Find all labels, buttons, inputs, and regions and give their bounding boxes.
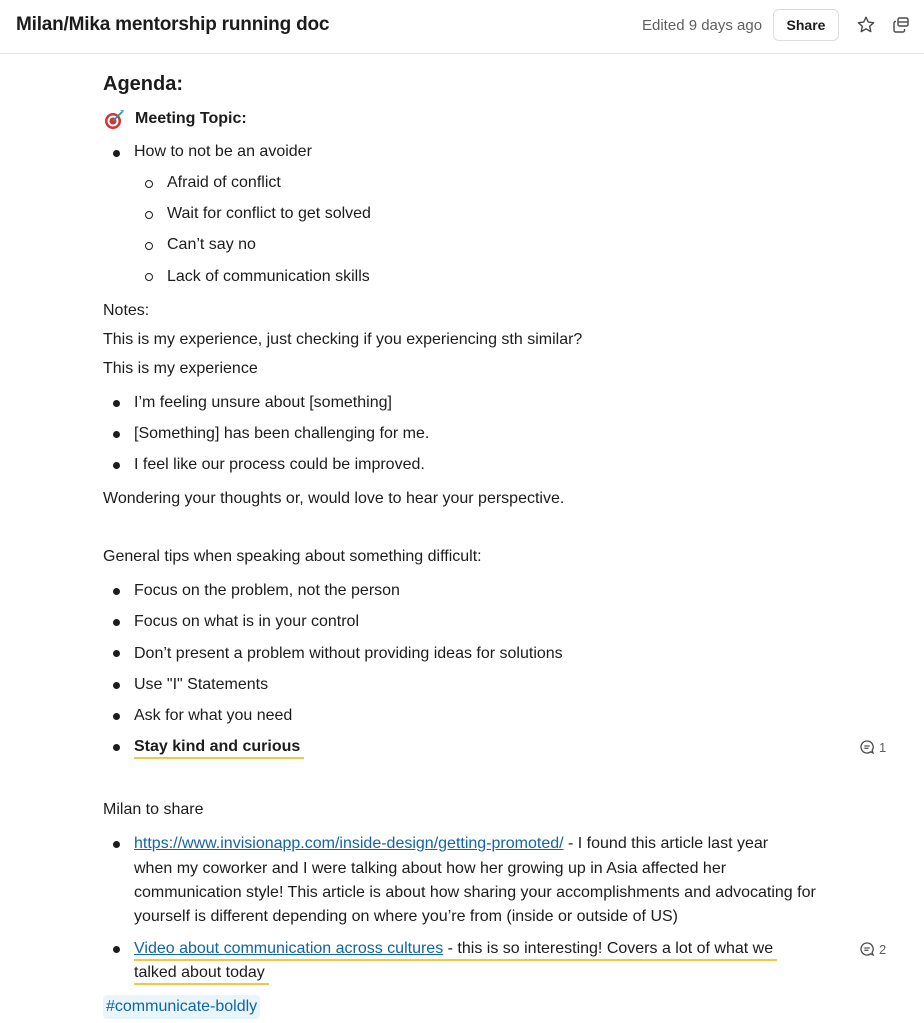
comment-count: 1 [879, 739, 887, 755]
list-item: [Something] has been challenging for me. [134, 425, 430, 442]
tips-label: General tips when speaking about somethi… [103, 548, 482, 565]
bullet-icon [113, 400, 120, 407]
item-text: communication style! This article is abo… [134, 884, 816, 901]
hollow-bullet-icon [145, 180, 153, 188]
comment-thread-button[interactable]: 1 [859, 739, 886, 755]
meeting-topic-label: Meeting Topic: [135, 110, 247, 127]
list-item: I feel like our process could be improve… [134, 456, 425, 473]
list-item: Focus on the problem, not the person [134, 582, 400, 599]
comment-count: 2 [879, 941, 887, 957]
share-section-label: Milan to share [103, 801, 204, 818]
commented-list-item[interactable]: Stay kind and curious [134, 738, 305, 759]
bullet-icon [113, 682, 120, 689]
bullet-icon [113, 650, 120, 657]
notes-line: This is my experience [103, 360, 258, 377]
list-item: Don’t present a problem without providin… [134, 645, 563, 662]
bullet-icon [113, 462, 120, 469]
hollow-bullet-icon [145, 211, 153, 219]
item-text: when my coworker and I were talking abou… [134, 860, 727, 877]
list-item: Use "I" Statements [134, 676, 269, 693]
bullet-icon [113, 588, 120, 595]
meeting-topic-row: Meeting Topic: [103, 108, 247, 130]
list-item: Focus on what is in your control [134, 613, 359, 630]
commented-text[interactable]: talked about today [134, 964, 269, 985]
star-icon[interactable] [855, 14, 877, 36]
notes-line: This is my experience, just checking if … [103, 331, 583, 348]
open-in-window-icon[interactable] [890, 14, 912, 36]
list-item: How to not be an avoider [134, 143, 312, 160]
list-item: Wait for conflict to get solved [167, 205, 371, 222]
bullet-icon [113, 946, 120, 953]
list-item: https://www.invisionapp.com/inside-desig… [134, 835, 768, 853]
article-link[interactable]: https://www.invisionapp.com/inside-desig… [134, 835, 564, 852]
item-text: - I found this article last year [563, 835, 769, 852]
bullet-icon [113, 150, 120, 157]
notes-label: Notes: [103, 302, 150, 319]
bullet-icon [113, 619, 120, 626]
doc-title: Milan/Mika mentorship running doc [16, 14, 330, 35]
list-item: Ask for what you need [134, 707, 293, 724]
doc-header: Milan/Mika mentorship running doc Edited… [0, 0, 924, 54]
edited-timestamp[interactable]: Edited 9 days ago [642, 17, 762, 34]
bullet-icon [113, 744, 120, 751]
list-item: I’m feeling unsure about [something] [134, 394, 392, 411]
comment-icon [860, 942, 875, 957]
list-item: Lack of communication skills [167, 268, 370, 285]
item-text: - this is so interesting! Covers a lot o… [443, 940, 774, 957]
bullet-icon [113, 431, 120, 438]
list-item: Can’t say no [167, 236, 256, 253]
comment-icon [860, 740, 875, 755]
direct-hit-target-icon [105, 110, 124, 129]
agenda-heading: Agenda: [103, 73, 183, 95]
notes-closing: Wondering your thoughts or, would love t… [103, 490, 565, 507]
comment-thread-button[interactable]: 2 [859, 941, 886, 957]
bullet-icon [113, 841, 120, 848]
hollow-bullet-icon [145, 242, 153, 250]
list-item: Afraid of conflict [167, 174, 281, 191]
bullet-icon [113, 713, 120, 720]
share-button[interactable]: Share [773, 9, 839, 41]
item-text: yourself is different depending on where… [134, 908, 678, 925]
hollow-bullet-icon [145, 273, 153, 281]
commented-list-item[interactable]: Video about communication across culture… [134, 940, 778, 961]
channel-tag-link[interactable]: #communicate-boldly [103, 995, 261, 1019]
video-link[interactable]: Video about communication across culture… [134, 940, 443, 957]
